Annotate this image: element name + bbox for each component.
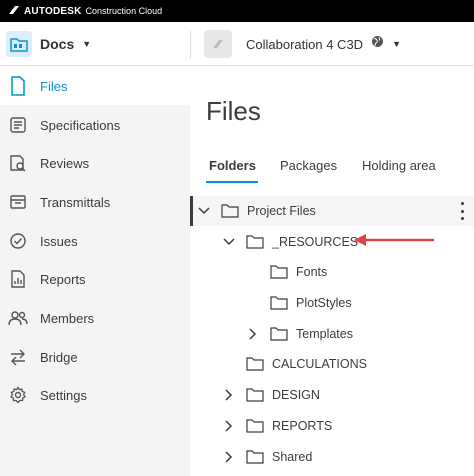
sidebar-item-label: Settings [40, 387, 87, 403]
folder-icon [246, 388, 264, 402]
tree-item-plotstyles[interactable]: PlotStyles [270, 288, 352, 318]
tree-item-resources[interactable]: _RESOURCES [222, 227, 358, 257]
reports-icon [8, 269, 28, 289]
sidebar-item-reports[interactable]: Reports [0, 260, 190, 298]
tree-item-label: Project Files [247, 204, 316, 218]
page-title: Files [206, 96, 261, 126]
tree-item-label: Templates [296, 327, 353, 341]
project-selector[interactable]: Collaboration 4 C3D ▼ [204, 29, 401, 59]
tab-folders[interactable]: Folders [209, 158, 256, 173]
brand-bar: AUTODESK Construction Cloud [0, 0, 474, 22]
chevron-right-icon[interactable] [246, 327, 260, 341]
folder-icon [246, 419, 264, 433]
selected-row-marker [190, 196, 193, 226]
tab-bar: Folders Packages Holding area [206, 152, 474, 184]
brand-subtitle: Construction Cloud [85, 6, 163, 16]
reviews-icon [8, 153, 28, 173]
chevron-down-icon: ▼ [82, 39, 92, 49]
tree-item-shared[interactable]: Shared [222, 442, 312, 472]
gear-icon [8, 385, 28, 405]
sidebar-item-members[interactable]: Members [0, 299, 190, 337]
sidebar-item-specifications[interactable]: Specifications [0, 106, 190, 144]
sidebar-item-label: Members [40, 310, 95, 326]
tab-holding-area[interactable]: Holding area [362, 158, 436, 173]
tree-item-reports[interactable]: REPORTS [222, 411, 332, 441]
file-icon [8, 76, 28, 96]
project-name: Collaboration 4 C3D [246, 36, 364, 52]
tree-item-project-files[interactable]: Project Files [197, 196, 316, 226]
sidebar-item-label: Reports [40, 271, 86, 287]
tree-item-calculations[interactable]: CALCULATIONS [246, 349, 367, 379]
app-selector[interactable]: Docs ▼ [6, 30, 91, 58]
tab-packages[interactable]: Packages [280, 158, 337, 173]
tree-item-design[interactable]: DESIGN [222, 380, 320, 410]
docs-folder-icon [6, 31, 32, 57]
brand-name: AUTODESK [24, 5, 82, 17]
folder-icon [246, 357, 264, 371]
folder-icon [221, 204, 239, 218]
sidebar-item-label: Issues [40, 233, 78, 249]
sidebar-item-label: Specifications [40, 117, 121, 133]
chevron-down-icon[interactable] [197, 204, 211, 218]
tree-item-label: CALCULATIONS [272, 357, 367, 371]
app-selector-label: Docs [40, 36, 75, 52]
sidebar-item-files[interactable]: Files [0, 67, 190, 105]
sidebar-item-transmittals[interactable]: Transmittals [0, 183, 190, 221]
folder-icon [270, 296, 288, 310]
sidebar: Files Specifications Reviews Transmittal… [0, 67, 190, 476]
issues-check-icon [8, 231, 28, 251]
autodesk-logo-icon [8, 2, 20, 20]
tree-item-label: Shared [272, 450, 313, 464]
tree-item-label: DESIGN [272, 388, 320, 402]
header-divider [190, 31, 191, 59]
more-options-icon[interactable] [456, 202, 468, 220]
sidebar-item-label: Files [40, 78, 68, 94]
tree-item-label: PlotStyles [296, 296, 352, 310]
sidebar-item-reviews[interactable]: Reviews [0, 144, 190, 182]
tree-item-label: REPORTS [272, 419, 333, 433]
chevron-right-icon[interactable] [222, 450, 236, 464]
chevron-right-icon[interactable] [222, 419, 236, 433]
chevron-down-icon[interactable] [222, 235, 236, 249]
sidebar-item-label: Bridge [40, 349, 78, 365]
chevron-down-icon: ▼ [392, 39, 401, 49]
sidebar-item-issues[interactable]: Issues [0, 222, 190, 260]
project-thumbnail [204, 30, 232, 58]
tree-item-fonts[interactable]: Fonts [270, 257, 327, 287]
sidebar-item-label: Transmittals [40, 194, 111, 210]
members-icon [8, 308, 28, 328]
bridge-arrows-icon [8, 347, 28, 367]
folder-icon [246, 450, 264, 464]
chevron-right-icon[interactable] [222, 388, 236, 402]
sidebar-item-label: Reviews [40, 155, 90, 171]
transmittals-icon [8, 192, 28, 212]
specifications-icon [8, 115, 28, 135]
app-header: Docs ▼ Collaboration 4 C3D ▼ [0, 22, 474, 66]
sidebar-item-bridge[interactable]: Bridge [0, 338, 190, 376]
folder-icon [270, 265, 288, 279]
tree-item-label: _RESOURCES [272, 235, 359, 249]
folder-icon [270, 327, 288, 341]
tree-item-label: Fonts [296, 265, 328, 279]
active-tab-indicator [206, 181, 258, 183]
sidebar-item-settings[interactable]: Settings [0, 376, 190, 414]
tree-item-templates[interactable]: Templates [246, 319, 353, 349]
globe-icon [371, 35, 384, 53]
folder-icon [246, 235, 264, 249]
annotation-arrow [354, 234, 434, 246]
